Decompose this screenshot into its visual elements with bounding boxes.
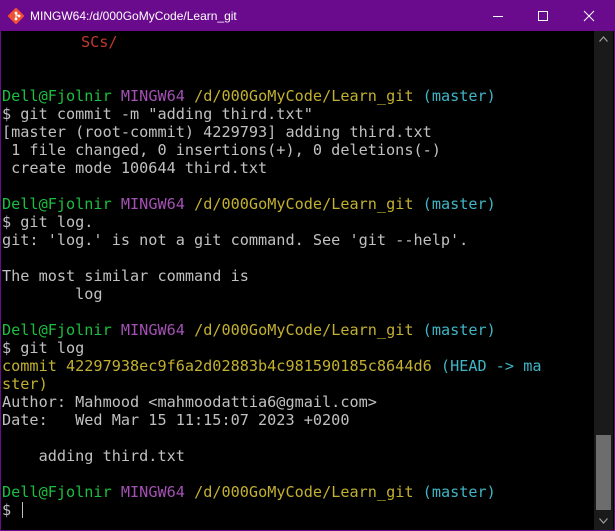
git-bash-icon <box>8 8 24 24</box>
chevron-down-icon <box>599 518 608 524</box>
prompt-user: Dell@Fjolnir <box>2 483 112 501</box>
output-line: create mode 100644 third.txt <box>2 159 268 177</box>
prompt-user: Dell@Fjolnir <box>2 321 112 339</box>
command-line: $ git commit -m "adding third.txt" <box>2 105 313 123</box>
prompt-shell: MINGW64 <box>120 87 185 105</box>
minimize-icon <box>493 16 503 17</box>
output-line: The most similar command is <box>2 267 249 285</box>
minimize-button[interactable] <box>475 0 521 31</box>
output-line: [master (root-commit) 4229793] adding th… <box>2 123 432 141</box>
prompt-path: /d/000GoMyCode/Learn_git <box>194 195 414 213</box>
prompt-line: Dell@Fjolnir MINGW64 /d/000GoMyCode/Lear… <box>2 195 496 213</box>
maximize-button[interactable] <box>520 0 566 31</box>
prompt-branch: (master) <box>422 195 496 213</box>
prompt-shell: MINGW64 <box>120 321 185 339</box>
command-line: $ git log <box>2 339 85 357</box>
commit-message: adding third.txt <box>2 447 185 465</box>
prompt-line: Dell@Fjolnir MINGW64 /d/000GoMyCode/Lear… <box>2 87 496 105</box>
scroll-up-button[interactable] <box>594 31 613 48</box>
window-border-left <box>0 31 1 531</box>
prompt-shell: MINGW64 <box>120 483 185 501</box>
title-bar: MINGW64:/d/000GoMyCode/Learn_git <box>0 0 615 31</box>
window-title: MINGW64:/d/000GoMyCode/Learn_git <box>30 9 237 23</box>
command-line: $ git log. <box>2 213 94 231</box>
head-ref-wrap: ster) <box>2 375 48 393</box>
prompt-path: /d/000GoMyCode/Learn_git <box>194 87 414 105</box>
chevron-up-icon <box>599 36 608 42</box>
terminal-line: SCs/ <box>81 33 118 51</box>
scroll-thumb[interactable] <box>596 435 611 510</box>
vertical-scrollbar[interactable] <box>594 31 613 530</box>
prompt-user: Dell@Fjolnir <box>2 87 112 105</box>
commit-hash: commit 42297938ec9f6a2d02883b4c981590185… <box>2 357 432 375</box>
prompt-user: Dell@Fjolnir <box>2 195 112 213</box>
input-prompt: $ <box>2 501 21 519</box>
commit-line: commit 42297938ec9f6a2d02883b4c981590185… <box>2 357 542 375</box>
close-button[interactable] <box>566 0 612 31</box>
input-line[interactable]: $ <box>2 501 24 519</box>
close-icon <box>583 10 595 22</box>
prompt-line: Dell@Fjolnir MINGW64 /d/000GoMyCode/Lear… <box>2 483 496 501</box>
prompt-shell: MINGW64 <box>120 195 185 213</box>
date-line: Date: Wed Mar 15 11:15:07 2023 +0200 <box>2 411 350 429</box>
prompt-path: /d/000GoMyCode/Learn_git <box>194 321 414 339</box>
output-line: git: 'log.' is not a git command. See 'g… <box>2 231 469 249</box>
prompt-branch: (master) <box>422 87 496 105</box>
prompt-path: /d/000GoMyCode/Learn_git <box>194 483 414 501</box>
head-ref: (HEAD -> ma <box>440 357 542 375</box>
author-line: Author: Mahmood <mahmoodattia6@gmail.com… <box>2 393 377 411</box>
scroll-down-button[interactable] <box>594 513 613 530</box>
maximize-icon <box>538 11 548 21</box>
terminal-output[interactable]: SCs/ Dell@Fjolnir MINGW64 /d/000GoMyCode… <box>2 31 594 530</box>
prompt-branch: (master) <box>422 321 496 339</box>
output-line: 1 file changed, 0 insertions(+), 0 delet… <box>2 141 441 159</box>
prompt-branch: (master) <box>422 483 496 501</box>
output-line: log <box>2 285 103 303</box>
text-cursor <box>22 502 24 518</box>
prompt-line: Dell@Fjolnir MINGW64 /d/000GoMyCode/Lear… <box>2 321 496 339</box>
